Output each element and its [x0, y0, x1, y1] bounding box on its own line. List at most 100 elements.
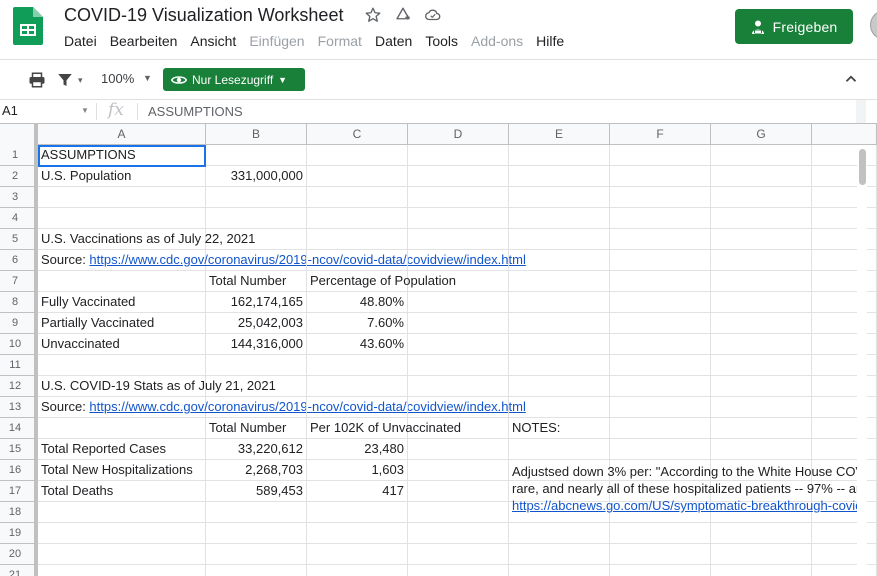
cell-a9[interactable]: Partially Vaccinated: [38, 313, 206, 334]
cell-b17[interactable]: 589,453: [206, 481, 307, 502]
row-header[interactable]: 6: [0, 250, 38, 271]
cell-f7[interactable]: [610, 271, 711, 292]
cell-d7[interactable]: [408, 271, 509, 292]
cell-f4[interactable]: [610, 208, 711, 229]
cell-f1[interactable]: [610, 145, 711, 166]
zoom-select[interactable]: 100%: [101, 71, 134, 86]
cell-d18[interactable]: [408, 502, 509, 523]
cell-e9[interactable]: [509, 313, 610, 334]
column-header-c[interactable]: C: [307, 124, 408, 145]
cell-c9[interactable]: 7.60%: [307, 313, 408, 334]
cell-b2[interactable]: 331,000,000: [206, 166, 307, 187]
cell-h7[interactable]: [812, 271, 877, 292]
cell-a16[interactable]: Total New Hospitalizations: [38, 460, 206, 481]
cell-a4[interactable]: [38, 208, 206, 229]
cell-e13[interactable]: [509, 397, 610, 418]
cell-a5[interactable]: U.S. Vaccinations as of July 22, 2021: [38, 229, 255, 250]
cell-c5[interactable]: [307, 229, 408, 250]
name-box[interactable]: A1: [0, 103, 90, 120]
cell-e12[interactable]: [509, 376, 610, 397]
cell-d17[interactable]: [408, 481, 509, 502]
cell-g11[interactable]: [711, 355, 812, 376]
cell-c20[interactable]: [307, 544, 408, 565]
cell-g20[interactable]: [711, 544, 812, 565]
cell-h9[interactable]: [812, 313, 877, 334]
cell-d9[interactable]: [408, 313, 509, 334]
cell-a15[interactable]: Total Reported Cases: [38, 439, 206, 460]
cell-b16[interactable]: 2,268,703: [206, 460, 307, 481]
cell-f8[interactable]: [610, 292, 711, 313]
cell-h3[interactable]: [812, 187, 877, 208]
cell-b3[interactable]: [206, 187, 307, 208]
cell-e11[interactable]: [509, 355, 610, 376]
cell-g2[interactable]: [711, 166, 812, 187]
cell-g9[interactable]: [711, 313, 812, 334]
cell-a2[interactable]: U.S. Population: [38, 166, 206, 187]
cell-f12[interactable]: [610, 376, 711, 397]
cell-d5[interactable]: [408, 229, 509, 250]
cell-b4[interactable]: [206, 208, 307, 229]
cell-e21[interactable]: [509, 565, 610, 576]
cell-d13[interactable]: [408, 397, 509, 418]
cell-b5[interactable]: [206, 229, 307, 250]
menu-bearbeiten[interactable]: Bearbeiten: [110, 33, 178, 49]
column-header-d[interactable]: D: [408, 124, 509, 145]
cell-h6[interactable]: [812, 250, 877, 271]
cell-h19[interactable]: [812, 523, 877, 544]
cell-c11[interactable]: [307, 355, 408, 376]
cell-c12[interactable]: [307, 376, 408, 397]
cell-e4[interactable]: [509, 208, 610, 229]
cell-h20[interactable]: [812, 544, 877, 565]
share-button[interactable]: Freigeben: [735, 9, 853, 44]
cell-d3[interactable]: [408, 187, 509, 208]
cell-d15[interactable]: [408, 439, 509, 460]
cell-e10[interactable]: [509, 334, 610, 355]
cell-a10[interactable]: Unvaccinated: [38, 334, 206, 355]
row-header[interactable]: 20: [0, 544, 38, 565]
cell-c2[interactable]: [307, 166, 408, 187]
cell-f9[interactable]: [610, 313, 711, 334]
cell-c7[interactable]: Percentage of Population: [307, 271, 456, 292]
cell-h2[interactable]: [812, 166, 877, 187]
cell-c21[interactable]: [307, 565, 408, 576]
column-header-f[interactable]: F: [610, 124, 711, 145]
name-box-caret-icon[interactable]: ▼: [81, 106, 89, 115]
cell-h4[interactable]: [812, 208, 877, 229]
notes-link[interactable]: https://abcnews.go.com/US/symptomatic-br…: [512, 497, 857, 514]
cell-h12[interactable]: [812, 376, 877, 397]
cell-b15[interactable]: 33,220,612: [206, 439, 307, 460]
cell-g15[interactable]: [711, 439, 812, 460]
cell-b14[interactable]: Total Number: [206, 418, 307, 439]
cell-f21[interactable]: [610, 565, 711, 576]
cell-a12[interactable]: U.S. COVID-19 Stats as of July 21, 2021: [38, 376, 276, 397]
cell-h15[interactable]: [812, 439, 877, 460]
cell-f5[interactable]: [610, 229, 711, 250]
vertical-scrollbar[interactable]: [857, 145, 867, 576]
cell-g4[interactable]: [711, 208, 812, 229]
cell-d16[interactable]: [408, 460, 509, 481]
cell-h10[interactable]: [812, 334, 877, 355]
cell-a13[interactable]: Source: https://www.cdc.gov/coronavirus/…: [38, 397, 526, 418]
cell-e15[interactable]: [509, 439, 610, 460]
cell-a20[interactable]: [38, 544, 206, 565]
cell-a19[interactable]: [38, 523, 206, 544]
cell-a3[interactable]: [38, 187, 206, 208]
row-header[interactable]: 12: [0, 376, 38, 397]
cell-e1[interactable]: [509, 145, 610, 166]
cell-e6[interactable]: [509, 250, 610, 271]
row-header[interactable]: 8: [0, 292, 38, 313]
filter-icon[interactable]: [56, 71, 74, 89]
cell-b1[interactable]: [206, 145, 307, 166]
cell-d2[interactable]: [408, 166, 509, 187]
cell-g8[interactable]: [711, 292, 812, 313]
cell-c10[interactable]: 43.60%: [307, 334, 408, 355]
cell-b13[interactable]: [206, 397, 307, 418]
cell-a17[interactable]: Total Deaths: [38, 481, 206, 502]
cell-g13[interactable]: [711, 397, 812, 418]
cell-b10[interactable]: 144,316,000: [206, 334, 307, 355]
cell-b20[interactable]: [206, 544, 307, 565]
filter-caret-icon[interactable]: ▾: [78, 75, 83, 86]
cell-h14[interactable]: [812, 418, 877, 439]
cell-b7[interactable]: Total Number: [206, 271, 307, 292]
star-icon[interactable]: [364, 6, 382, 24]
